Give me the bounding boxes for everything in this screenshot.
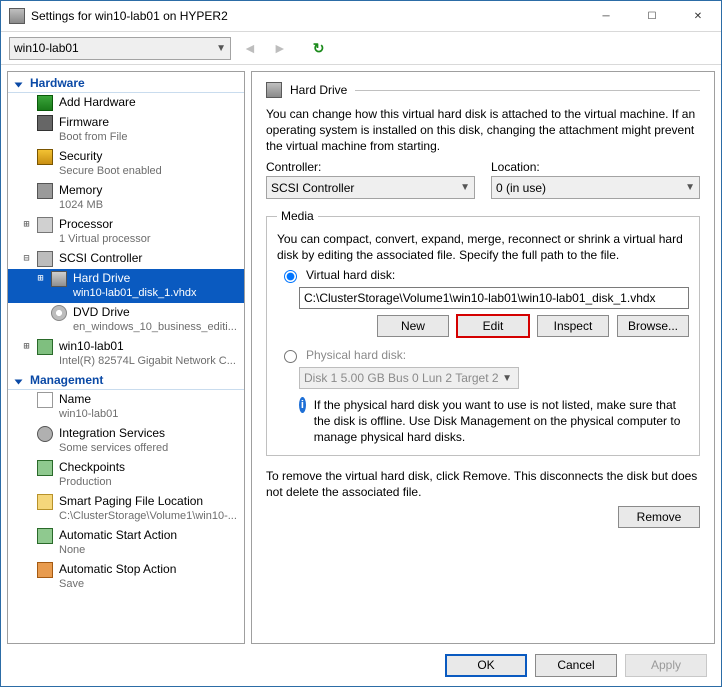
titlebar: Settings for win10-lab01 on HYPER2 ─ ☐ ✕ — [1, 1, 721, 31]
phd-radio-label: Physical hard disk: — [306, 348, 406, 362]
expand-icon[interactable]: ⊞ — [36, 271, 45, 286]
firmware-icon — [37, 115, 53, 131]
tree-hard-drive[interactable]: ⊞Hard Drivewin10-lab01_disk_1.vhdx — [8, 269, 244, 303]
scsi-icon — [37, 251, 53, 267]
media-group: Media You can compact, convert, expand, … — [266, 209, 700, 456]
tree-processor[interactable]: ⊞Processor1 Virtual processor — [8, 215, 244, 249]
cancel-button[interactable]: Cancel — [535, 654, 617, 677]
minimize-button[interactable]: ─ — [583, 1, 629, 31]
info-icon: i — [299, 397, 306, 413]
hard-drive-icon — [266, 82, 282, 98]
browse-button[interactable]: Browse... — [617, 315, 689, 337]
controller-select[interactable]: SCSI Controller▼ — [266, 176, 475, 199]
dvd-icon — [51, 305, 67, 321]
collapse-icon[interactable]: ⊟ — [22, 251, 31, 266]
chevron-down-icon: ▼ — [216, 43, 226, 54]
intro-text: You can change how this virtual hard dis… — [266, 106, 700, 154]
tree-auto-start[interactable]: Automatic Start ActionNone — [8, 526, 244, 560]
hard-drive-icon — [51, 271, 67, 287]
nic-icon — [37, 339, 53, 355]
ok-button[interactable]: OK — [445, 654, 527, 677]
page-title: Hard Drive — [290, 83, 347, 97]
vhd-path-input[interactable] — [299, 287, 689, 309]
chevron-down-icon: ▼ — [685, 182, 695, 193]
inspect-button[interactable]: Inspect — [537, 315, 609, 337]
nav-forward-button[interactable]: ► — [269, 40, 291, 56]
virtual-hard-disk-radio[interactable] — [284, 270, 297, 283]
management-section-header[interactable]: Management — [8, 371, 244, 390]
phd-info-text: If the physical hard disk you want to us… — [314, 397, 689, 445]
memory-icon — [37, 183, 53, 199]
expand-icon[interactable]: ⊞ — [22, 217, 31, 232]
tree-checkpoints[interactable]: CheckpointsProduction — [8, 458, 244, 492]
auto-start-icon — [37, 528, 53, 544]
expand-icon[interactable]: ⊞ — [22, 339, 31, 354]
media-intro: You can compact, convert, expand, merge,… — [277, 231, 689, 263]
app-icon — [9, 8, 25, 24]
dialog-footer: OK Cancel Apply — [1, 644, 721, 686]
new-button[interactable]: New — [377, 315, 449, 337]
tree-add-hardware[interactable]: Add Hardware — [8, 93, 244, 113]
physical-hard-disk-radio[interactable] — [284, 350, 297, 363]
maximize-button[interactable]: ☐ — [629, 1, 675, 31]
tree-dvd-drive[interactable]: DVD Driveen_windows_10_business_editi... — [8, 303, 244, 337]
controller-label: Controller: — [266, 160, 475, 174]
window-title: Settings for win10-lab01 on HYPER2 — [31, 9, 228, 23]
vm-selector[interactable]: win10-lab01 ▼ — [9, 37, 231, 60]
tree-integration-services[interactable]: Integration ServicesSome services offere… — [8, 424, 244, 458]
tree-smart-paging[interactable]: Smart Paging File LocationC:\ClusterStor… — [8, 492, 244, 526]
location-label: Location: — [491, 160, 700, 174]
settings-tree[interactable]: Hardware Add Hardware FirmwareBoot from … — [7, 71, 245, 644]
tree-auto-stop[interactable]: Automatic Stop ActionSave — [8, 560, 244, 594]
vhd-radio-label: Virtual hard disk: — [306, 268, 395, 282]
media-legend: Media — [277, 209, 318, 223]
tree-name[interactable]: Namewin10-lab01 — [8, 390, 244, 424]
tree-scsi-controller[interactable]: ⊟SCSI Controller — [8, 249, 244, 269]
edit-button[interactable]: Edit — [457, 315, 529, 337]
tree-security[interactable]: SecuritySecure Boot enabled — [8, 147, 244, 181]
checkpoints-icon — [37, 460, 53, 476]
remove-button[interactable]: Remove — [618, 506, 700, 528]
hardware-section-header[interactable]: Hardware — [8, 74, 244, 93]
integration-icon — [37, 426, 53, 442]
security-icon — [37, 149, 53, 165]
name-icon — [37, 392, 53, 408]
content-pane: Hard Drive You can change how this virtu… — [251, 71, 715, 644]
folder-icon — [37, 494, 53, 510]
chevron-down-icon: ▼ — [460, 182, 470, 193]
tree-network-adapter[interactable]: ⊞win10-lab01Intel(R) 82574L Gigabit Netw… — [8, 337, 244, 371]
toolbar: win10-lab01 ▼ ◄ ► ↻ — [1, 31, 721, 65]
apply-button: Apply — [625, 654, 707, 677]
refresh-button[interactable]: ↻ — [313, 40, 325, 57]
tree-memory[interactable]: Memory1024 MB — [8, 181, 244, 215]
close-button[interactable]: ✕ — [675, 1, 721, 31]
vm-selector-value: win10-lab01 — [14, 41, 79, 55]
chevron-down-icon: ▼ — [502, 373, 512, 384]
add-hardware-icon — [37, 95, 53, 111]
auto-stop-icon — [37, 562, 53, 578]
location-select[interactable]: 0 (in use)▼ — [491, 176, 700, 199]
physical-disk-select: Disk 1 5.00 GB Bus 0 Lun 2 Target 2▼ — [299, 367, 519, 389]
nav-back-button[interactable]: ◄ — [239, 40, 261, 56]
tree-firmware[interactable]: FirmwareBoot from File — [8, 113, 244, 147]
remove-intro: To remove the virtual hard disk, click R… — [266, 468, 700, 500]
processor-icon — [37, 217, 53, 233]
